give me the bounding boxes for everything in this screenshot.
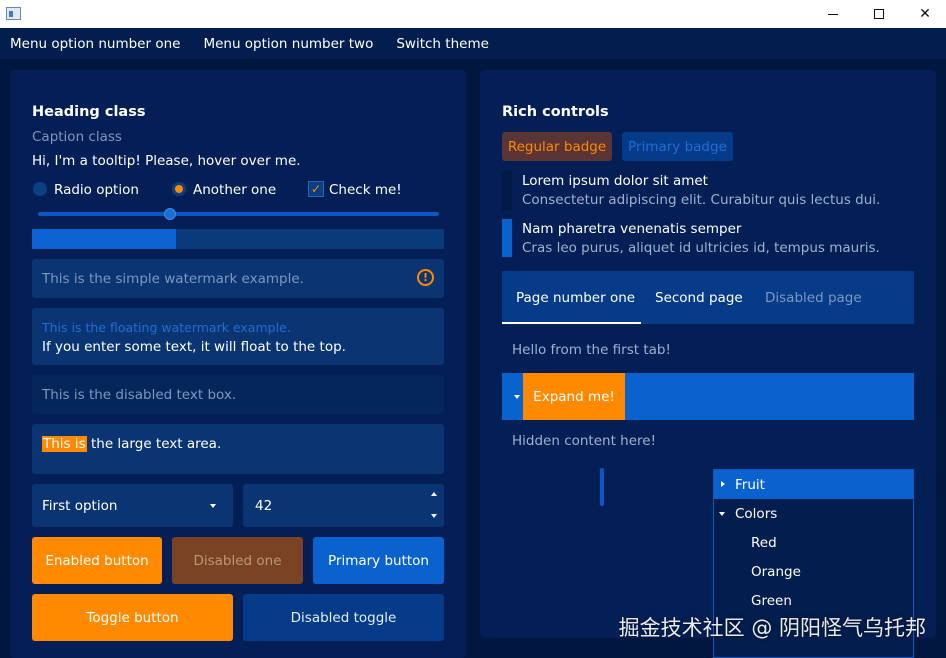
- enabled-button[interactable]: Enabled button: [32, 537, 162, 584]
- expand-arrow-icon[interactable]: [721, 481, 725, 487]
- tree-item-red[interactable]: Red: [714, 528, 913, 557]
- tooltip-target[interactable]: Hi, I'm a tooltip! Please, hover over me…: [32, 153, 301, 169]
- radio-option-label: Radio option: [54, 182, 139, 198]
- simple-watermark-input[interactable]: This is the simple watermark example. !: [32, 259, 444, 298]
- tree-item-colors[interactable]: Colors: [714, 499, 913, 528]
- primary-badge: Primary badge: [622, 132, 733, 161]
- number-value: 42: [255, 498, 273, 514]
- slider-track[interactable]: [38, 212, 439, 216]
- decrement-icon[interactable]: [431, 514, 437, 518]
- tab-content-text: Hello from the first tab!: [512, 342, 671, 358]
- expander-hidden-text: Hidden content here!: [512, 433, 657, 449]
- heading-text: Heading class: [32, 104, 146, 120]
- site-watermark: 掘金技术社区 @ 阴阳怪气乌托邦: [618, 616, 926, 640]
- number-input[interactable]: 42: [243, 484, 444, 527]
- list-item-title[interactable]: Nam pharetra venenatis semper: [522, 221, 741, 237]
- minimize-icon: [828, 13, 838, 15]
- menu-option-one[interactable]: Menu option number one: [0, 36, 189, 52]
- minimize-button[interactable]: [810, 0, 856, 28]
- close-button[interactable]: ✕: [902, 0, 946, 28]
- menu-option-two[interactable]: Menu option number two: [193, 36, 382, 52]
- tree-item-green[interactable]: Green: [714, 586, 913, 615]
- tree-item-label: Colors: [735, 505, 778, 522]
- radio-another-button[interactable]: [172, 182, 186, 196]
- floating-watermark-value: If you enter some text, it will float to…: [42, 339, 346, 355]
- tree-item-label: Fruit: [735, 476, 765, 493]
- check-me-checkbox[interactable]: ✓: [308, 181, 324, 197]
- caption-text: Caption class: [32, 129, 122, 145]
- app-icon: [6, 7, 21, 20]
- large-text-area-content: This is the large text area.: [42, 436, 221, 452]
- list-item-marker: [502, 171, 512, 211]
- chevron-down-icon: [210, 504, 216, 508]
- disabled-text-box: This is the disabled text box.: [32, 375, 444, 414]
- combobox-value: First option: [42, 498, 118, 514]
- tree-item-orange[interactable]: Orange: [714, 557, 913, 586]
- rich-controls-heading: Rich controls: [502, 104, 609, 120]
- option-combobox[interactable]: First option: [32, 484, 233, 527]
- toggle-button[interactable]: Toggle button: [32, 594, 233, 641]
- floating-watermark-input[interactable]: This is the floating watermark example. …: [32, 308, 444, 365]
- maximize-button[interactable]: [856, 0, 902, 28]
- tab-page-one-label: Page number one: [516, 289, 636, 306]
- expand-me-button[interactable]: Expand me!: [523, 373, 625, 420]
- large-text-area[interactable]: This is the large text area.: [32, 424, 444, 474]
- maximize-icon: [874, 9, 884, 19]
- tab-second-page[interactable]: Second page: [655, 271, 743, 324]
- progress-fill: [32, 229, 177, 249]
- regular-badge: Regular badge: [502, 132, 612, 161]
- list-item-subtitle: Cras leo purus, aliquet id ultricies id,…: [522, 240, 880, 256]
- tree-item-label: Red: [751, 534, 777, 551]
- list-item-subtitle: Consectetur adipiscing elit. Curabitur q…: [522, 192, 881, 208]
- disabled-text-box-text: This is the disabled text box.: [42, 387, 237, 403]
- tab-page-one[interactable]: Page number one: [502, 271, 641, 324]
- collapse-arrow-icon[interactable]: [719, 512, 725, 516]
- selected-text: This is: [42, 436, 87, 452]
- simple-watermark-placeholder: This is the simple watermark example.: [42, 271, 304, 287]
- tree-item-fruit[interactable]: Fruit: [714, 470, 913, 499]
- floating-watermark-label: This is the floating watermark example.: [42, 320, 291, 335]
- expander-chevron-icon[interactable]: [514, 395, 520, 399]
- tree-item-label: Orange: [751, 563, 801, 580]
- warning-icon: !: [417, 269, 434, 286]
- disabled-button: Disabled one: [172, 537, 303, 584]
- tree-item-label: Green: [751, 592, 792, 609]
- primary-button[interactable]: Primary button: [313, 537, 444, 584]
- tab-disabled-page: Disabled page: [765, 289, 862, 306]
- menu-bar: Menu option number one Menu option numbe…: [0, 28, 946, 59]
- menu-switch-theme[interactable]: Switch theme: [386, 36, 498, 52]
- progress-bar: [32, 229, 444, 249]
- check-me-label: Check me!: [329, 182, 402, 198]
- list-item-title[interactable]: Lorem ipsum dolor sit amet: [522, 173, 708, 189]
- increment-icon[interactable]: [431, 492, 437, 496]
- close-icon: ✕: [919, 6, 931, 22]
- tab-strip: Page number one Second page Disabled pag…: [502, 271, 914, 324]
- window-titlebar: ✕: [0, 0, 946, 28]
- scrollbar-thumb[interactable]: [600, 468, 604, 506]
- list-item-marker-selected: [502, 219, 512, 257]
- active-tab-indicator: [502, 322, 641, 324]
- disabled-toggle-button: Disabled toggle: [243, 594, 444, 641]
- radio-another-label: Another one: [193, 182, 277, 198]
- large-text-rest: the large text area.: [86, 436, 222, 452]
- radio-option-button[interactable]: [33, 182, 47, 196]
